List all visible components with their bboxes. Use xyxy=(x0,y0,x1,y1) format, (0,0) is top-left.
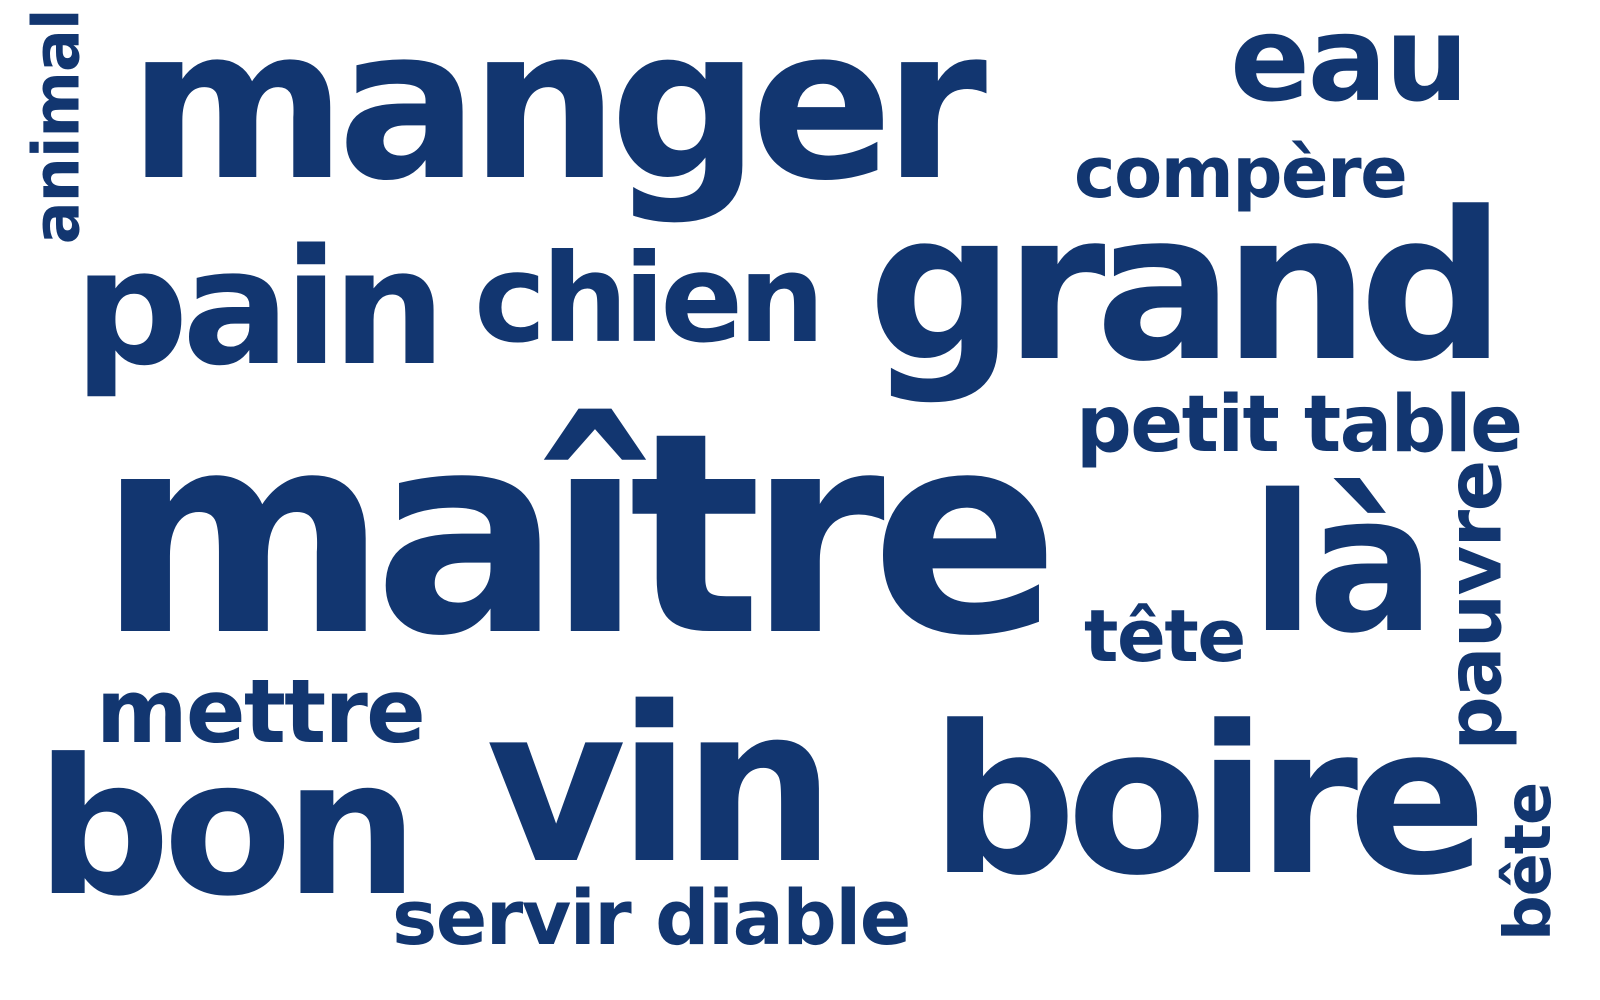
word-tete: tête xyxy=(1084,594,1246,678)
word-grand: grand xyxy=(868,169,1506,407)
word-cloud: manger eau compère animal pain chien gra… xyxy=(0,0,1600,1000)
word-pain: pain xyxy=(74,214,446,401)
word-maitre: maître xyxy=(98,373,1060,697)
word-manger: manger xyxy=(128,0,987,227)
word-bete: bête xyxy=(1492,782,1567,942)
word-animal: animal xyxy=(20,9,95,245)
word-vin: vin xyxy=(486,660,836,911)
word-la: là xyxy=(1250,454,1436,675)
word-chien: chien xyxy=(474,228,825,370)
word-bon: bon xyxy=(36,719,419,938)
word-servir-diable: servir diable xyxy=(392,873,911,962)
word-eau: eau xyxy=(1230,0,1469,128)
word-boire: boire xyxy=(930,683,1487,921)
word-petit-table: petit table xyxy=(1076,380,1523,470)
